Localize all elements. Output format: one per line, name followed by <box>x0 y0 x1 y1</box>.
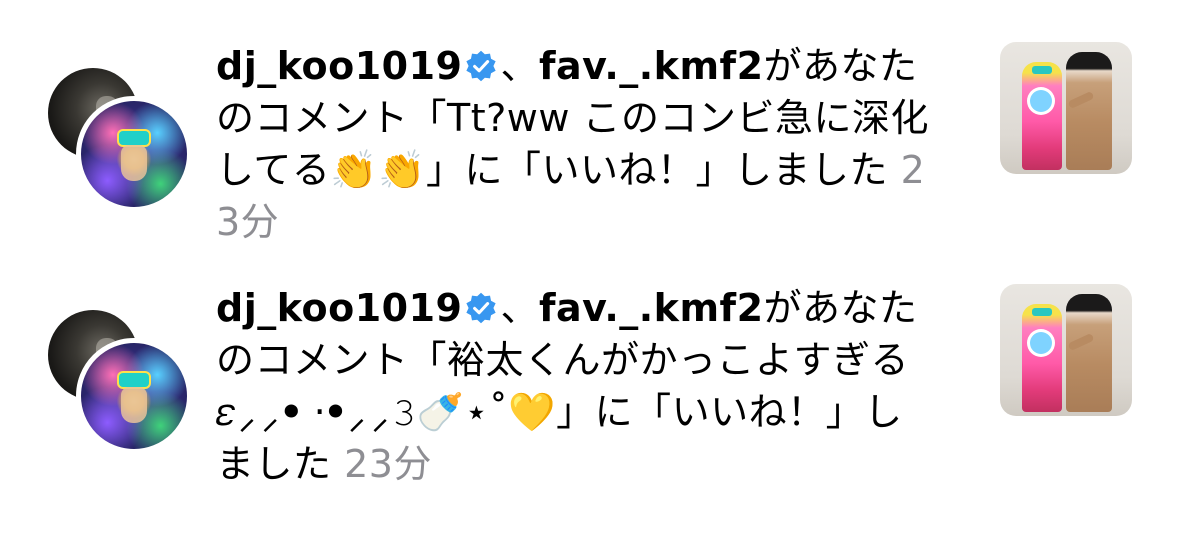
post-thumbnail[interactable] <box>1000 42 1132 174</box>
notification-item[interactable]: dj_koo1019 、fav._.kmf2があなたのコメント「裕太くんがかっこよ… <box>0 270 1179 510</box>
username-link[interactable]: fav._.kmf2 <box>539 286 764 330</box>
verified-badge-icon <box>466 292 497 324</box>
username-link[interactable]: fav._.kmf2 <box>539 44 764 88</box>
username-link[interactable]: dj_koo1019 <box>216 44 462 88</box>
avatar-dj-koo1019[interactable] <box>76 338 192 454</box>
verified-badge-icon <box>466 50 497 82</box>
separator: 、 <box>500 44 539 88</box>
notification-text: dj_koo1019 、fav._.kmf2があなたのコメント「Tt?ww このコ… <box>216 40 936 248</box>
username-link[interactable]: dj_koo1019 <box>216 286 462 330</box>
avatar-dj-koo1019[interactable] <box>76 96 192 212</box>
separator: 、 <box>500 286 539 330</box>
notification-text: dj_koo1019 、fav._.kmf2があなたのコメント「裕太くんがかっこよ… <box>216 282 936 490</box>
message-suffix: 」に「いいね！」しました <box>426 148 889 192</box>
post-thumbnail[interactable] <box>1000 284 1132 416</box>
stacked-avatars[interactable] <box>48 68 192 212</box>
timestamp: 23分 <box>344 442 432 486</box>
stacked-avatars[interactable] <box>48 310 192 454</box>
notification-item[interactable]: dj_koo1019 、fav._.kmf2があなたのコメント「Tt?ww このコ… <box>0 28 1179 268</box>
